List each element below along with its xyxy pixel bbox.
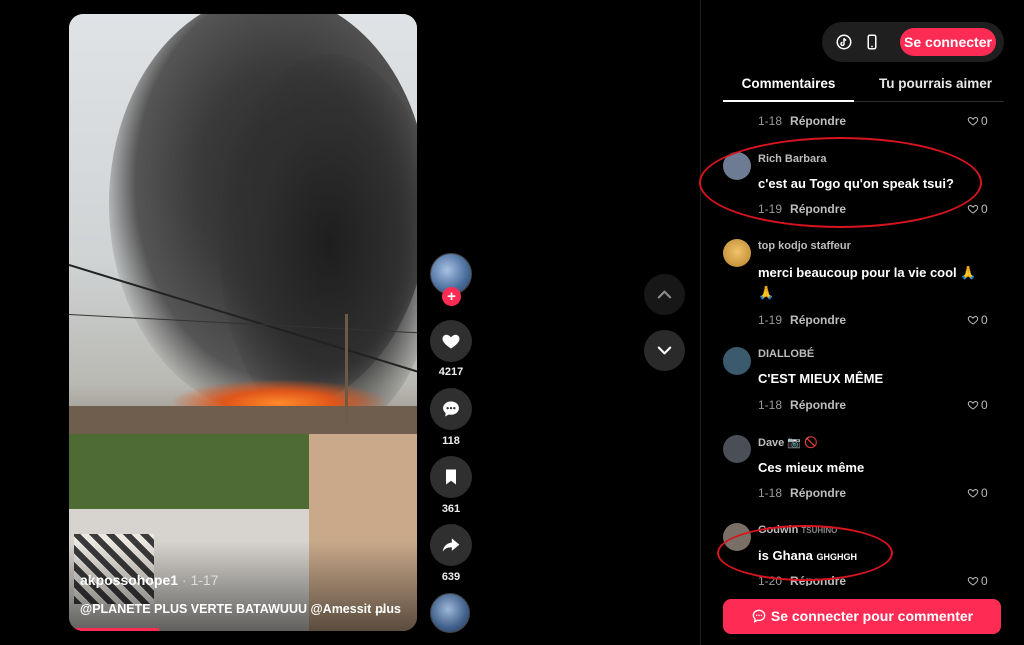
annotation-ellipse xyxy=(717,525,893,581)
comment-text-line-2: 🙏 xyxy=(758,285,775,300)
mobile-phone-icon[interactable] xyxy=(863,33,881,51)
share-icon xyxy=(442,538,460,552)
chevron-up-icon xyxy=(657,290,672,299)
comment-text: merci beaucoup pour la vie cool 🙏 xyxy=(758,265,977,280)
chevron-down-icon xyxy=(657,346,672,355)
save-button[interactable] xyxy=(430,456,472,498)
tab-bar: Commentaires Tu pourrais aimer xyxy=(723,76,1004,102)
like-count: 0 xyxy=(981,313,988,327)
heart-outline-icon xyxy=(967,400,979,410)
comment-like[interactable]: 0 xyxy=(967,202,988,216)
login-to-comment-label: Se connecter pour commenter xyxy=(770,608,974,624)
video-author[interactable]: akpossohope1 · 1-17 xyxy=(80,572,219,588)
tab-comments[interactable]: Commentaires xyxy=(723,76,854,102)
date-separator: · xyxy=(178,572,191,588)
follow-button[interactable]: + xyxy=(442,287,461,306)
heart-outline-icon xyxy=(967,116,979,126)
reply-button[interactable]: Répondre xyxy=(790,486,846,500)
comment-meta: 1-18 Répondre xyxy=(758,114,846,128)
comment-author[interactable]: DIALLOBÉ xyxy=(758,348,814,360)
like-count: 0 xyxy=(981,574,988,586)
video-player[interactable]: akpossohope1 · 1-17 @PLANETE PLUS VERTE … xyxy=(69,14,417,631)
comment-like[interactable]: 0 xyxy=(967,574,988,586)
side-panel: Se connecter Commentaires Tu pourrais ai… xyxy=(699,0,1024,645)
comment-meta: 1-18 Répondre xyxy=(758,486,846,500)
reply-button[interactable]: Répondre xyxy=(790,398,846,412)
like-count: 4217 xyxy=(438,366,464,378)
comment-like[interactable]: 0 xyxy=(967,486,988,500)
login-to-comment-button[interactable]: Se connecter pour commenter xyxy=(723,599,1001,634)
comment-like[interactable]: 0 xyxy=(967,313,988,327)
like-count: 0 xyxy=(981,398,988,412)
heart-outline-icon xyxy=(967,488,979,498)
share-button[interactable] xyxy=(430,524,472,566)
video-caption[interactable]: @PLANETE PLUS VERTE BATAWUUU @Amessit ..… xyxy=(80,602,385,616)
heart-outline-icon xyxy=(967,576,979,586)
comment-button[interactable] xyxy=(430,388,472,430)
avatar[interactable] xyxy=(723,239,751,267)
annotation-ellipse xyxy=(699,137,982,228)
heart-icon xyxy=(442,334,460,349)
comment-like[interactable]: 0 xyxy=(967,398,988,412)
music-disc-avatar[interactable] xyxy=(430,593,470,633)
share-count: 639 xyxy=(441,571,461,583)
previous-video-button[interactable] xyxy=(644,274,685,315)
avatar[interactable] xyxy=(723,435,751,463)
like-count: 0 xyxy=(981,202,988,216)
reply-button[interactable]: Répondre xyxy=(790,114,846,128)
video-date: 1-17 xyxy=(190,572,219,588)
comment-meta: 1-18 Répondre xyxy=(758,398,846,412)
login-button[interactable]: Se connecter xyxy=(900,28,996,56)
comment-meta: 1-19 Répondre xyxy=(758,313,846,327)
comment-text: C'EST MIEUX MÊME xyxy=(758,371,884,386)
comment-author[interactable]: Dave 📷 🚫 xyxy=(758,436,818,449)
comment-icon xyxy=(443,401,459,417)
like-button[interactable] xyxy=(430,320,472,362)
utility-pole xyxy=(345,314,348,424)
bookmark-icon xyxy=(446,469,456,485)
next-video-button[interactable] xyxy=(644,330,685,371)
comment-date: 1-18 xyxy=(758,486,783,500)
like-count: 0 xyxy=(981,114,988,128)
avatar[interactable] xyxy=(723,347,751,375)
comment-date: 1-19 xyxy=(758,313,783,327)
comment-count: 118 xyxy=(442,435,460,447)
author-name[interactable]: akpossohope1 xyxy=(80,572,178,588)
caption-more-link[interactable]: plus xyxy=(375,602,401,616)
comment-like[interactable]: 0 xyxy=(967,114,988,128)
video-progress-bar[interactable] xyxy=(69,628,160,631)
top-bar: Se connecter xyxy=(822,22,1004,62)
rooftops xyxy=(69,406,417,436)
heart-outline-icon xyxy=(967,204,979,214)
comment-date: 1-18 xyxy=(758,398,783,412)
tab-you-may-like[interactable]: Tu pourrais aimer xyxy=(873,76,998,102)
comment-date: 1-18 xyxy=(758,114,783,128)
reply-button[interactable]: Répondre xyxy=(790,313,846,327)
like-count: 0 xyxy=(981,486,988,500)
save-count: 361 xyxy=(441,503,461,515)
comment-bubble-icon xyxy=(752,609,766,623)
heart-outline-icon xyxy=(967,315,979,325)
comment-text: Ces mieux même xyxy=(758,460,865,475)
comment-author[interactable]: top kodjo staffeur xyxy=(758,240,851,252)
tiktok-logo-icon[interactable] xyxy=(835,33,853,51)
